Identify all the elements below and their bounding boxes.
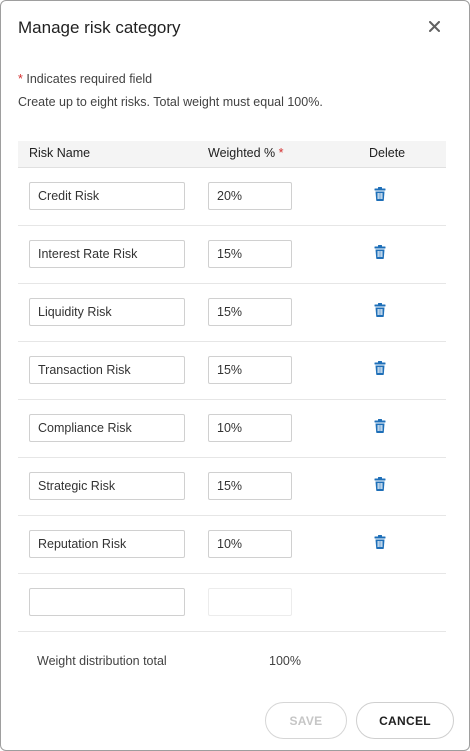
table-row (18, 168, 446, 226)
trash-icon (374, 476, 386, 496)
header-weighted: Weighted % * (208, 146, 284, 160)
header-weighted-label: Weighted % (208, 146, 276, 160)
weight-input[interactable] (208, 530, 292, 558)
close-button[interactable] (423, 17, 445, 39)
delete-row-button[interactable] (373, 244, 387, 264)
trash-icon (374, 244, 386, 264)
table-row (18, 516, 446, 574)
table-row (18, 284, 446, 342)
close-icon (428, 19, 440, 37)
manage-risk-category-dialog: Manage risk category * Indicates require… (0, 0, 470, 751)
required-field-note: * Indicates required field (18, 72, 152, 86)
risk-name-input[interactable] (29, 298, 185, 326)
header-weighted-required-star: * (278, 146, 284, 160)
weight-input[interactable] (208, 298, 292, 326)
trash-icon (374, 186, 386, 206)
new-weight-input[interactable] (208, 588, 292, 616)
table-row (18, 400, 446, 458)
weight-total-value: 100% (269, 654, 301, 668)
dialog-title: Manage risk category (18, 18, 181, 37)
risk-name-input[interactable] (29, 472, 185, 500)
delete-row-button[interactable] (373, 360, 387, 380)
weight-input[interactable] (208, 182, 292, 210)
risk-name-input[interactable] (29, 414, 185, 442)
delete-row-button[interactable] (373, 476, 387, 496)
delete-row-button[interactable] (373, 186, 387, 206)
table-header: Risk Name Weighted % * Delete (18, 141, 446, 168)
risk-name-input[interactable] (29, 356, 185, 384)
risk-name-input[interactable] (29, 530, 185, 558)
weight-input[interactable] (208, 472, 292, 500)
new-risk-name-input[interactable] (29, 588, 185, 616)
trash-icon (374, 302, 386, 322)
table-row (18, 458, 446, 516)
header-risk-name: Risk Name (29, 146, 91, 160)
trash-icon (374, 418, 386, 438)
delete-row-button[interactable] (373, 534, 387, 554)
weight-input[interactable] (208, 240, 292, 268)
required-star: * (18, 72, 23, 86)
cancel-button[interactable]: CANCEL (356, 702, 454, 739)
table-row (18, 342, 446, 400)
weight-input[interactable] (208, 356, 292, 384)
header-delete: Delete (369, 146, 406, 160)
delete-row-button[interactable] (373, 418, 387, 438)
table-row-empty (18, 574, 446, 632)
delete-row-button[interactable] (373, 302, 387, 322)
instructions-text: Create up to eight risks. Total weight m… (18, 95, 323, 109)
weight-input[interactable] (208, 414, 292, 442)
save-button[interactable]: SAVE (265, 702, 347, 739)
required-note-text: Indicates required field (26, 72, 153, 86)
trash-icon (374, 360, 386, 380)
table-body (18, 168, 446, 632)
trash-icon (374, 534, 386, 554)
weight-total-label: Weight distribution total (37, 654, 167, 668)
risk-table: Risk Name Weighted % * Delete (18, 141, 446, 632)
table-row (18, 226, 446, 284)
risk-name-input[interactable] (29, 240, 185, 268)
risk-name-input[interactable] (29, 182, 185, 210)
